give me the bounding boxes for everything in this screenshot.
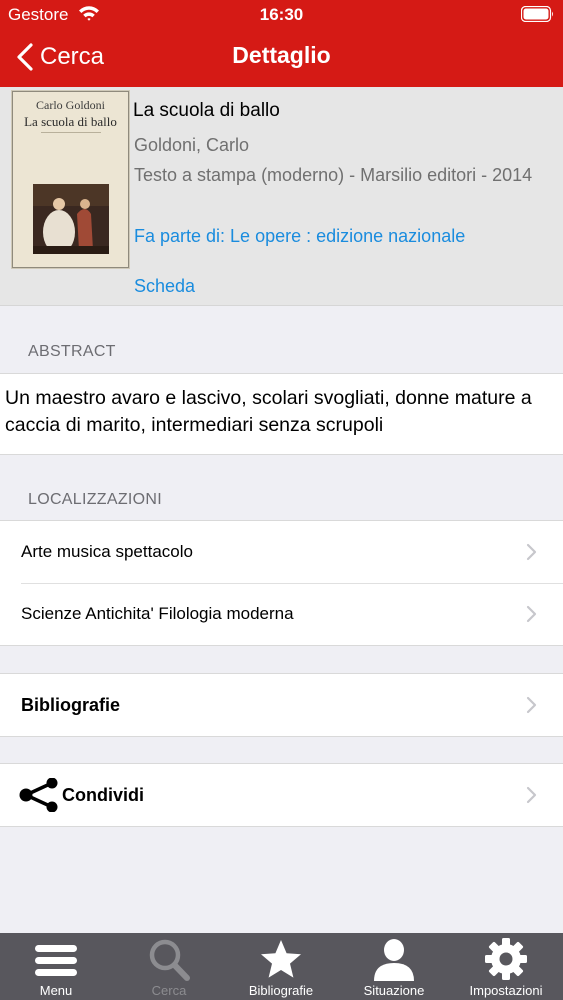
share-icon [19,778,58,812]
book-edition: Testo a stampa (moderno) - Marsilio edit… [134,165,533,185]
list-item-label: Scienze Antichita' Filologia moderna [21,604,294,623]
series-link[interactable]: Fa parte di: Le opere : edizione naziona… [134,226,465,247]
tab-label: Impostazioni [469,983,543,998]
bibliografie-group: Bibliografie [0,673,563,737]
navigation-bar: Cerca Dettaglio [0,28,563,87]
cover-author: Carlo Goldoni [36,98,105,112]
tab-label: Situazione [363,983,425,998]
condividi-group: Condividi [0,763,563,827]
condividi-row[interactable]: Condividi [0,764,563,826]
bibliografie-label: Bibliografie [21,694,121,715]
status-bar: Gestore 16:30 [0,0,563,28]
tab-cerca[interactable]: Cerca [113,933,225,1000]
localizzazioni-list: Arte musica spettacolo Scienze Antichita… [0,520,563,646]
scheda-link[interactable]: Scheda [134,276,195,297]
tab-label: Bibliografie [248,983,314,998]
battery-icon [521,6,553,22]
gear-icon [485,938,527,980]
chevron-right-icon [526,696,537,714]
user-icon [374,939,414,981]
list-item-arte-musica[interactable]: Arte musica spettacolo [0,521,563,583]
chevron-right-icon [526,786,537,804]
tab-label: Cerca [151,983,187,998]
tab-menu[interactable]: Menu [0,933,112,1000]
cover-painting [33,184,109,254]
cover-divider [41,132,101,133]
book-cover[interactable]: Carlo Goldoni La scuola di ballo [12,91,129,268]
list-item-scienze-antichita[interactable]: Scienze Antichita' Filologia moderna [0,583,563,645]
clock: 16:30 [259,5,304,24]
book-author: Goldoni, Carlo [134,135,250,155]
tab-bar: Menu Cerca Bibliografie Situazione Impos… [0,933,563,1000]
book-detail: Carlo Goldoni La scuola di ballo La scuo… [0,87,563,306]
cover-title: La scuola di ballo [24,114,117,129]
bibliografie-row[interactable]: Bibliografie [0,674,563,736]
menu-icon [35,945,77,976]
tab-label: Menu [39,983,73,998]
header: Gestore 16:30 Cerca Dettaglio [0,0,563,87]
localizzazioni-header: LOCALIZZAZIONI [28,491,162,508]
list-item-label: Arte musica spettacolo [21,542,193,561]
star-icon [261,940,301,978]
condividi-label: Condividi [62,784,144,805]
abstract-header: ABSTRACT [28,343,116,360]
chevron-right-icon [526,543,537,561]
book-title: La scuola di ballo [133,100,280,121]
page-title: Dettaglio [232,42,331,68]
abstract-text: Un maestro avaro e lascivo, scolari svog… [0,373,563,455]
search-icon [149,939,190,981]
tab-situazione[interactable]: Situazione [338,933,450,1000]
tab-impostazioni[interactable]: Impostazioni [450,933,562,1000]
tab-bibliografie[interactable]: Bibliografie [225,933,337,1000]
chevron-right-icon [526,605,537,623]
